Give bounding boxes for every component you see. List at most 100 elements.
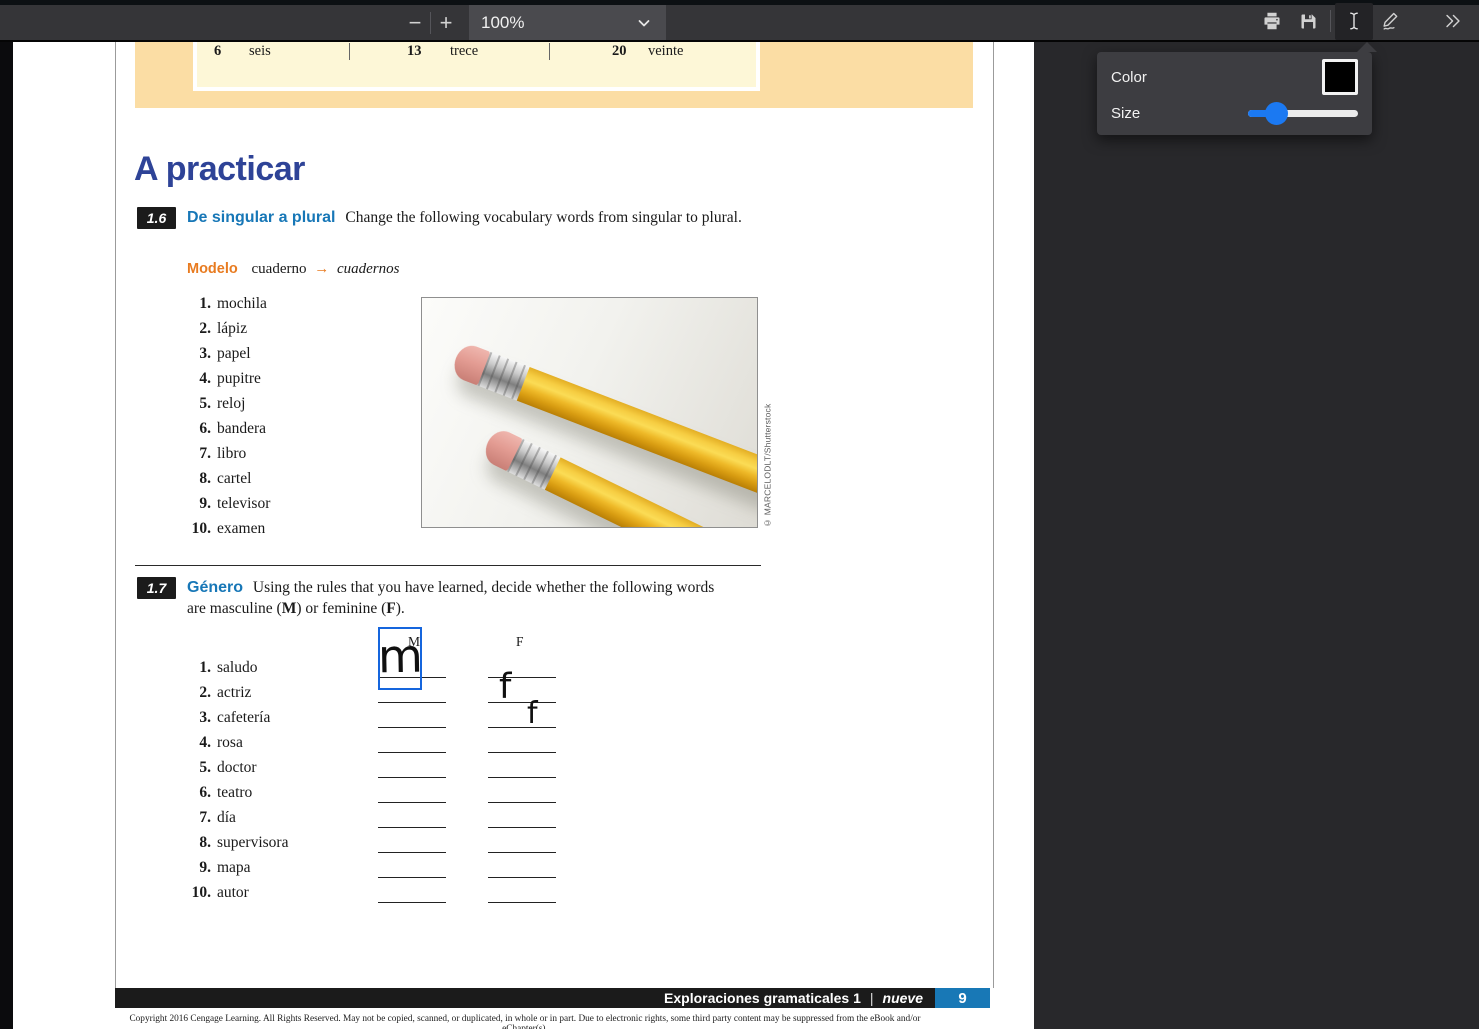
item-number: 3.: [181, 709, 211, 727]
answer-blank-m: [378, 702, 446, 703]
book-page: 6 seis 13 trece 20 veinte A practicar 1.…: [13, 42, 1034, 1029]
number-word: veinte: [648, 43, 683, 60]
item-number: 6.: [181, 784, 211, 802]
answer-blank-f: [488, 727, 556, 728]
zoom-level-value: 100%: [481, 13, 524, 33]
double-chevron-right-icon: [1442, 10, 1464, 32]
item-word: papel: [217, 345, 251, 363]
item-number: 4.: [181, 734, 211, 752]
item-number: 2.: [181, 684, 211, 702]
handwritten-f[interactable]: f: [499, 670, 511, 705]
answer-blank-m: [378, 902, 446, 903]
text-annotation-button[interactable]: [1335, 3, 1373, 40]
gender-row: 8.supervisora: [181, 832, 581, 857]
popup-arrow: [1357, 42, 1377, 52]
footer-book-title: Exploraciones gramaticales 1: [664, 990, 861, 1006]
handwritten-m: m: [377, 633, 423, 680]
answer-blank-m: [378, 727, 446, 728]
exercise-16-instructions: De singular a plural Change the followin…: [187, 207, 765, 228]
exercise-number-badge: 1.6: [137, 207, 176, 229]
gender-row: 9.mapa: [181, 857, 581, 882]
zoom-in-button[interactable]: +: [431, 6, 461, 40]
gender-list: 1.saludo 2.actriz 3.cafetería 4.rosa 5.d…: [181, 657, 581, 907]
chevron-down-icon: [636, 15, 652, 31]
exercise-17-instructions: Género Using the rules that you have lea…: [187, 577, 765, 619]
item-word: doctor: [217, 759, 257, 777]
answer-blank-f: [488, 852, 556, 853]
save-icon: [1298, 11, 1319, 32]
viewer-left-edge: [0, 42, 13, 1029]
item-number: 4.: [181, 370, 211, 388]
item-word: saludo: [217, 659, 257, 677]
list-item: 6.bandera: [181, 416, 270, 441]
answer-blank-f: [488, 777, 556, 778]
modelo-label: Modelo: [187, 261, 248, 277]
modelo-result: cuadernos: [337, 261, 400, 277]
list-item: 7.libro: [181, 441, 270, 466]
number-digit: 6: [214, 43, 221, 60]
handwritten-f[interactable]: f: [527, 699, 538, 729]
list-item: 2.lápiz: [181, 316, 270, 341]
zoom-out-button[interactable]: −: [400, 6, 430, 40]
list-item: 3. papel: [181, 341, 270, 366]
item-word: actriz: [217, 684, 251, 702]
item-number: 8.: [181, 470, 211, 488]
section-heading: A practicar: [134, 150, 305, 189]
copyright-notice: Copyright 2016 Cengage Learning. All Rig…: [115, 1014, 935, 1029]
text-cursor-icon: [1343, 10, 1365, 32]
item-word: día: [217, 809, 236, 827]
numbers-table-block: 6 seis 13 trece 20 veinte: [135, 42, 973, 108]
item-word: lápiz: [217, 320, 247, 338]
modelo-source: cuaderno: [252, 261, 307, 277]
color-label: Color: [1111, 69, 1147, 86]
page-footer: Exploraciones gramaticales 1 | nueve: [115, 988, 935, 1008]
gender-row: 7.día: [181, 807, 581, 832]
item-number: 5.: [181, 395, 211, 413]
answer-blank-m: [378, 877, 446, 878]
exercise-body: Change the following vocabulary words fr…: [345, 209, 741, 226]
item-word: autor: [217, 884, 249, 902]
zoom-level-dropdown[interactable]: 100%: [469, 5, 666, 40]
number-word: trece: [450, 43, 478, 60]
pen-annotation-button[interactable]: [1373, 3, 1409, 39]
modelo-line: Modelo cuaderno → cuadernos: [187, 261, 399, 278]
item-number: 10.: [181, 884, 211, 902]
number-word: seis: [249, 43, 271, 60]
size-slider[interactable]: [1248, 102, 1358, 125]
page-border-right: [993, 42, 994, 988]
footer-separator: |: [861, 990, 883, 1006]
page-number-badge: 9: [935, 988, 990, 1008]
color-swatch[interactable]: [1322, 59, 1358, 95]
save-button[interactable]: [1290, 3, 1326, 39]
instruction-line1: Using the rules that you have learned, d…: [253, 579, 714, 596]
item-word: libro: [217, 445, 246, 463]
pen-icon: [1380, 10, 1402, 32]
number-digit: 20: [612, 43, 627, 60]
item-word: bandera: [217, 420, 266, 438]
answer-blank-f: [488, 752, 556, 753]
selected-text-annotation[interactable]: m: [378, 627, 422, 690]
list-item: 8.cartel: [181, 466, 270, 491]
item-word: mapa: [217, 859, 251, 877]
answer-blank-m: [378, 827, 446, 828]
exercise-title: Género: [187, 579, 249, 596]
toolbar-actions: [1254, 0, 1471, 42]
photo-credit: © MARCELODLT/Shutterstock: [761, 298, 774, 528]
gender-row: 6.teatro: [181, 782, 581, 807]
item-number: 3.: [181, 345, 211, 363]
list-item: 10.examen: [181, 516, 270, 541]
list-item: 9.televisor: [181, 491, 270, 516]
item-number: 1.: [181, 295, 211, 313]
viewer-background: [1034, 42, 1479, 1029]
print-button[interactable]: [1254, 3, 1290, 39]
slider-thumb[interactable]: [1265, 102, 1288, 125]
item-word: cafetería: [217, 709, 270, 727]
expand-toolbar-button[interactable]: [1435, 3, 1471, 39]
item-word: pupitre: [217, 370, 261, 388]
pencils-photo: [421, 297, 758, 528]
item-number: 8.: [181, 834, 211, 852]
gender-row: 5.doctor: [181, 757, 581, 782]
printer-icon: [1261, 10, 1283, 32]
answer-blank-m: [378, 752, 446, 753]
annotation-settings-panel: Color Size: [1097, 52, 1372, 135]
